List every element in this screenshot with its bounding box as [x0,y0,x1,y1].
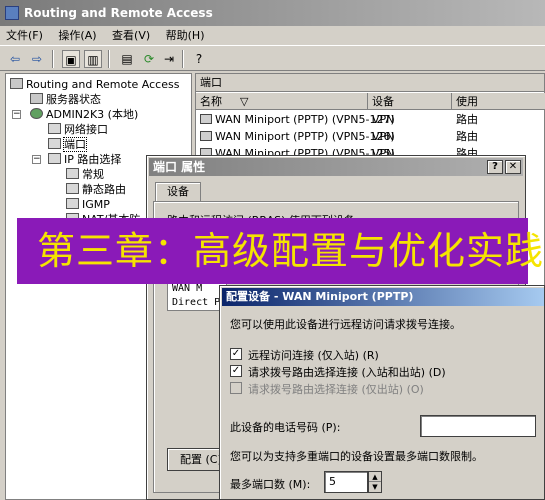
max-ports-label: 最多端口数 (M): [230,478,311,491]
chevron-up-icon[interactable]: ▲ [369,472,381,482]
inbound-label: 远程访问连接 (仅入站) (R) [248,349,379,362]
intro-text: 您可以使用此设备进行远程访问请求拨号连接。 [230,318,461,331]
tree-item-label: 常规 [82,168,104,181]
inbound-checkbox[interactable]: ✓ [230,348,242,360]
toolbar-separator [108,50,110,68]
outbound-label: 请求拨号路由选择连接 (仅出站) (O) [248,383,424,396]
tree-item-label: ADMIN2K3 (本地) [46,108,139,121]
tree-item-ports[interactable]: 端口 [48,137,87,152]
limit-note: 您可以为支持多重端口的设备设置最多端口数限制。 [230,450,483,463]
show-tree-icon[interactable]: ▥ [84,50,102,68]
tree-item-label: 网络接口 [64,123,108,136]
help-icon[interactable]: ? [190,50,208,68]
list-title: 端口 [196,74,544,92]
tree-item-label: 端口 [63,137,87,152]
tree-item-ip-routing[interactable]: IP 路由选择 [48,152,121,167]
tree-item-label: IP 路由选择 [64,153,122,166]
back-arrow-icon[interactable]: ⇦ [6,50,24,68]
dialog-titlebar: 端口 属性 ? ✕ [149,158,523,176]
menu-action[interactable]: 操作(A) [52,26,102,46]
tab-devices[interactable]: 设备 [155,182,201,202]
demand-dial-label: 请求拨号路由选择连接 (入站和出站) (D) [248,366,446,379]
sort-arrow-icon: ▽ [240,95,249,108]
menu-file[interactable]: 文件(F) [0,26,49,46]
forward-arrow-icon[interactable]: ⇨ [28,50,46,68]
tree-item-label: IGMP [82,198,110,211]
chapter-banner: 第三章：高级配置与优化实践 [17,218,543,284]
tree-item-label: Routing and Remote Access [26,78,180,91]
column-header-use[interactable]: 使用 [452,93,545,110]
menu-bar: 文件(F) 操作(A) 查看(V) 帮助(H) [0,26,545,46]
ip-routing-icon [48,153,61,164]
column-header-name[interactable]: 名称 ▽ [196,93,368,110]
tree-item-label: 静态路由 [82,183,126,196]
tree-item-label: 服务器状态 [46,93,101,106]
export-icon[interactable]: ⇥ [160,50,178,68]
tree-item-general[interactable]: 常规 [66,167,104,182]
dialog-title: 配置设备 - WAN Miniport (PPTP) [222,288,544,306]
network-interface-icon [48,123,61,134]
close-icon[interactable]: ✕ [505,160,521,174]
toolbar: ⇦ ⇨ ▣ ▥ ▤ ⟳ ⇥ ? [0,47,545,71]
dialog-title: 端口 属性 [153,160,206,174]
rras-app-icon [5,6,19,20]
collapse-icon[interactable]: − [12,110,21,119]
chevron-down-icon[interactable]: ▼ [369,482,381,492]
igmp-icon [66,198,79,209]
up-folder-icon[interactable]: ▣ [62,50,80,68]
toolbar-separator [182,50,184,68]
properties-icon[interactable]: ▤ [118,50,136,68]
demand-dial-checkbox[interactable]: ✓ [230,365,242,377]
server-group-icon [10,78,23,89]
toolbar-separator [52,50,54,68]
configure-device-dialog: 配置设备 - WAN Miniport (PPTP) 您可以使用此设备进行远程访… [219,285,545,500]
server-up-icon [30,108,43,119]
port-icon [200,114,212,124]
phone-label: 此设备的电话号码 (P): [230,421,341,434]
outbound-checkbox [230,382,242,394]
column-header-device[interactable]: 设备 [368,93,452,110]
server-status-icon [30,93,43,104]
menu-help[interactable]: 帮助(H) [160,26,211,46]
window-titlebar: Routing and Remote Access [0,0,545,26]
list-item[interactable]: WAN M [172,282,226,296]
banner-text: 第三章：高级配置与优化实践 [37,229,545,273]
window-title: Routing and Remote Access [24,6,213,20]
static-routes-icon [66,183,79,194]
general-icon [66,168,79,179]
port-icon [200,131,212,141]
list-item[interactable]: Direct P [172,296,226,310]
max-ports-stepper[interactable]: ▲ ▼ [368,471,382,493]
collapse-icon[interactable]: − [32,155,41,164]
phone-number-input[interactable] [420,415,536,437]
refresh-icon[interactable]: ⟳ [140,50,158,68]
menu-view[interactable]: 查看(V) [106,26,156,46]
max-ports-input[interactable]: 5 [324,471,368,493]
tree-item-server[interactable]: ADMIN2K3 (本地) [30,107,138,122]
tree-item-network-interfaces[interactable]: 网络接口 [48,122,108,137]
tree-item-static-routes[interactable]: 静态路由 [66,182,126,197]
tree-item-igmp[interactable]: IGMP [66,197,110,212]
tree-item-server-status[interactable]: 服务器状态 [30,92,101,107]
help-icon[interactable]: ? [487,160,503,174]
ports-icon [48,138,61,149]
tree-item-root[interactable]: Routing and Remote Access [10,77,179,92]
device-list[interactable]: WAN M Direct P [167,281,227,311]
